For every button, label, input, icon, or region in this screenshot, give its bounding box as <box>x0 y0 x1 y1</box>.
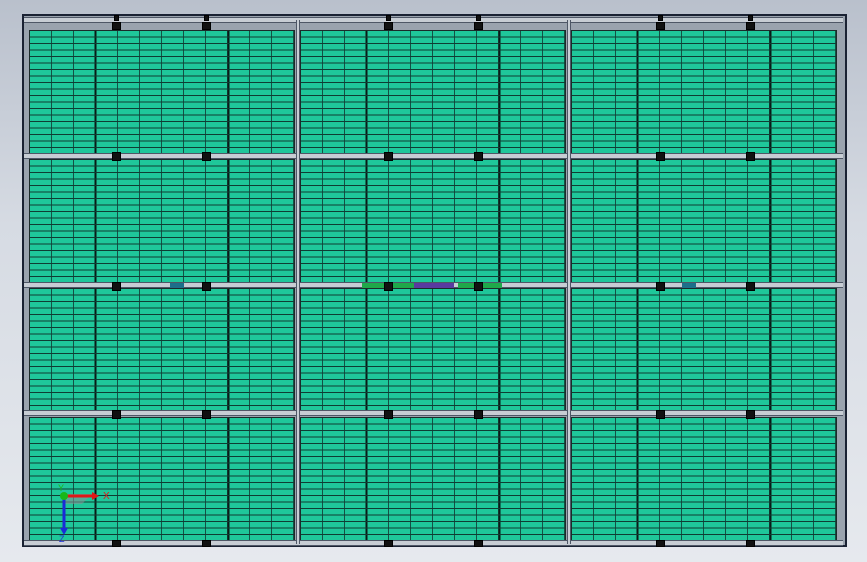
clamp <box>746 152 755 161</box>
clamp <box>384 22 393 30</box>
clamp-tab <box>748 15 753 21</box>
clamp-tab <box>204 15 209 21</box>
clamp <box>112 410 121 419</box>
clamp <box>384 152 393 161</box>
clamp-tab <box>114 15 119 21</box>
clamp <box>746 282 755 291</box>
horizontal-rail <box>24 17 843 23</box>
horizontal-rail <box>24 410 843 416</box>
clamp <box>656 282 665 291</box>
x-axis-head <box>92 492 99 500</box>
solar-panel[interactable] <box>300 30 566 154</box>
clamp <box>656 22 665 30</box>
clamp <box>474 152 483 161</box>
clamp <box>112 152 121 161</box>
clamp <box>202 540 211 547</box>
clamp <box>474 22 483 30</box>
clamp <box>202 282 211 291</box>
clamp-tab <box>658 15 663 21</box>
clamp <box>746 540 755 547</box>
solar-panel[interactable] <box>300 417 566 541</box>
vertical-rail <box>567 20 571 544</box>
rail-marker <box>682 283 696 288</box>
solar-panel[interactable] <box>29 288 295 412</box>
cad-viewport[interactable]: X Y Z <box>0 0 867 562</box>
clamp-tab <box>476 15 481 21</box>
clamp-tab <box>386 15 391 21</box>
vertical-rail <box>296 20 300 544</box>
clamp <box>656 540 665 547</box>
y-axis-label: Y <box>58 483 64 493</box>
clamp <box>202 410 211 419</box>
clamp <box>746 22 755 30</box>
clamp <box>112 22 121 30</box>
solar-panel[interactable] <box>300 288 566 412</box>
clamp <box>384 540 393 547</box>
clamp <box>746 410 755 419</box>
solar-panel[interactable] <box>29 30 295 154</box>
clamp <box>474 540 483 547</box>
solar-panel[interactable] <box>571 159 837 283</box>
solar-panel[interactable] <box>571 417 837 541</box>
clamp <box>656 410 665 419</box>
solar-panel[interactable] <box>29 159 295 283</box>
horizontal-rail <box>24 540 843 546</box>
solar-panel[interactable] <box>300 159 566 283</box>
horizontal-rail <box>24 153 843 159</box>
rail-marker <box>170 283 184 288</box>
clamp <box>202 22 211 30</box>
clamp <box>384 410 393 419</box>
coordinate-triad-icon: X Y Z <box>58 483 110 542</box>
clamp <box>112 282 121 291</box>
clamp <box>474 410 483 419</box>
rail-marker <box>414 283 454 288</box>
clamp <box>656 152 665 161</box>
x-axis-label: X <box>103 491 110 502</box>
z-axis-label: Z <box>59 534 65 542</box>
y-axis-dot <box>60 492 68 500</box>
clamp <box>474 282 483 291</box>
clamp <box>202 152 211 161</box>
solar-panel[interactable] <box>571 30 837 154</box>
solar-panel[interactable] <box>571 288 837 412</box>
clamp <box>112 540 121 547</box>
clamp <box>384 282 393 291</box>
